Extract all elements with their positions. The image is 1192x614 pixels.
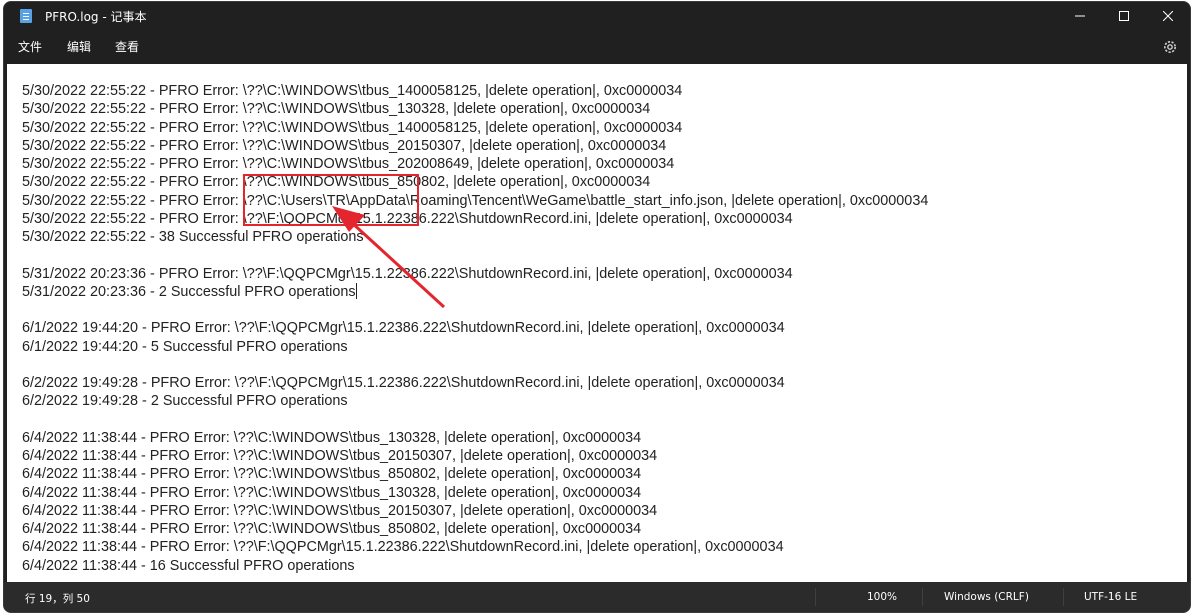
status-divider: [1063, 588, 1064, 606]
window-title: PFRO.log - 记事本: [45, 10, 147, 24]
annotation-highlight-box: [243, 174, 419, 226]
editor-content[interactable]: 5/30/2022 22:55:22 - PFRO Error: \??\C:\…: [22, 82, 1167, 575]
text-line: 6/4/2022 11:38:44 - PFRO Error: \??\C:\W…: [22, 466, 642, 483]
menu-file[interactable]: 文件: [18, 38, 42, 55]
text-line: 6/4/2022 11:38:44 - PFRO Error: \??\C:\W…: [22, 502, 658, 519]
title-bar: PFRO.log - 记事本: [4, 2, 1190, 30]
text-cursor: [355, 282, 357, 299]
zoom-level: 100%: [867, 591, 898, 603]
text-line: [22, 356, 1167, 374]
text-line: 5/30/2022 22:55:22 - PFRO Error: \??\C:\…: [22, 83, 683, 99]
notepad-window: PFRO.log - 记事本 文件 编辑 查看 5/30/2022 22:55:…: [3, 1, 1191, 613]
file-encoding: UTF-16 LE: [1084, 591, 1138, 603]
text-line: 5/30/2022 22:55:22 - PFRO Error: \??\C:\…: [22, 156, 675, 172]
minimize-button[interactable]: [1058, 2, 1102, 30]
close-icon: [1163, 11, 1173, 21]
text-line: 6/4/2022 11:38:44 - PFRO Error: \??\C:\W…: [22, 521, 642, 537]
text-line: 5/30/2022 22:55:22 - 38 Successful PFRO …: [22, 229, 364, 245]
text-line: 5/30/2022 22:55:22 - PFRO Error: \??\C:\…: [22, 119, 683, 136]
text-line: 5/31/2022 20:23:36 - PFRO Error: \??\F:\…: [22, 265, 793, 282]
text-line: 6/4/2022 11:38:44 - 16 Successful PFRO o…: [22, 557, 355, 574]
text-line: 5/30/2022 22:55:22 - PFRO Error: \??\C:\…: [22, 174, 651, 191]
menu-bar: 文件 编辑 查看: [4, 30, 1190, 64]
text-line: [22, 246, 1167, 264]
status-divider: [922, 588, 923, 606]
status-bar: 行 19，列 50 100% Windows (CRLF) UTF-16 LE: [4, 582, 1190, 612]
text-line: 6/2/2022 19:49:28 - PFRO Error: \??\F:\Q…: [22, 375, 785, 391]
line-endings: Windows (CRLF): [944, 591, 1029, 603]
text-editor[interactable]: 5/30/2022 22:55:22 - PFRO Error: \??\C:\…: [7, 64, 1187, 582]
text-line: 5/30/2022 22:55:22 - PFRO Error: \??\C:\…: [22, 137, 667, 154]
maximize-button[interactable]: [1102, 2, 1146, 30]
maximize-icon: [1119, 11, 1129, 21]
text-line: 6/2/2022 19:49:28 - 2 Successful PFRO op…: [22, 393, 348, 410]
text-line: 6/4/2022 11:38:44 - PFRO Error: \??\F:\Q…: [22, 539, 784, 556]
text-line: 5/30/2022 22:55:22 - PFRO Error: \??\F:\…: [22, 210, 793, 227]
text-line: 5/30/2022 22:55:22 - PFRO Error: \??\C:\…: [22, 192, 929, 209]
cursor-position: 行 19，列 50: [25, 593, 90, 605]
text-line: 5/31/2022 20:23:36 - 2 Successful PFRO o…: [22, 282, 357, 300]
text-line: 6/4/2022 11:38:44 - PFRO Error: \??\C:\W…: [22, 484, 642, 501]
text-line: 6/1/2022 19:44:20 - 5 Successful PFRO op…: [22, 338, 348, 355]
text-line: [22, 301, 1167, 319]
menu-view[interactable]: 查看: [115, 38, 139, 55]
status-divider: [815, 588, 816, 606]
close-button[interactable]: [1146, 2, 1190, 30]
text-line: 6/4/2022 11:38:44 - PFRO Error: \??\C:\W…: [22, 448, 658, 464]
menu-edit[interactable]: 编辑: [67, 38, 91, 55]
gear-icon: [1164, 41, 1176, 53]
text-line: 5/30/2022 22:55:22 - PFRO Error: \??\C:\…: [22, 101, 651, 118]
text-line: 6/1/2022 19:44:20 - PFRO Error: \??\F:\Q…: [22, 320, 785, 337]
text-line: 6/4/2022 11:38:44 - PFRO Error: \??\C:\W…: [22, 429, 642, 446]
text-line: [22, 411, 1167, 429]
notepad-icon: [20, 9, 32, 23]
settings-button[interactable]: [1162, 39, 1178, 55]
minimize-icon: [1075, 15, 1085, 17]
